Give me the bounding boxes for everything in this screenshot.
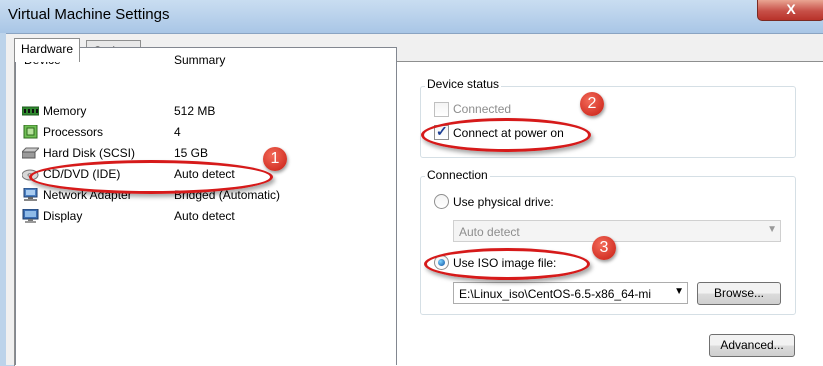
device-summary: 512 MB: [174, 104, 216, 118]
device-summary: Auto detect: [174, 209, 235, 223]
connection-legend: Connection: [425, 168, 490, 182]
device-name: Display: [43, 209, 83, 223]
iso-path-value: E:\Linux_iso\CentOS-6.5-x86_64-mi: [459, 287, 652, 301]
hard-disk-icon: [22, 147, 39, 159]
device-status-legend: Device status: [425, 77, 502, 91]
device-name: Hard Disk (SCSI): [43, 146, 136, 160]
device-row-display[interactable]: Display Auto detect: [16, 206, 394, 227]
chevron-down-icon: ▼: [767, 224, 777, 235]
physical-drive-value: Auto detect: [459, 225, 520, 239]
close-button[interactable]: X: [757, 0, 823, 21]
annotation-badge-2: 2: [580, 92, 604, 116]
iso-path-combobox[interactable]: E:\Linux_iso\CentOS-6.5-x86_64-mi ▼: [453, 282, 688, 304]
annotation-ellipse-1: [29, 160, 273, 194]
annotation-ellipse-3: [424, 248, 590, 280]
physical-drive-select[interactable]: Auto detect ▼: [453, 220, 781, 242]
window-title: Virtual Machine Settings: [8, 6, 170, 23]
title-bar: Virtual Machine Settings X: [0, 0, 823, 33]
connected-checkbox[interactable]: [434, 102, 449, 117]
processor-icon: [23, 125, 38, 139]
memory-icon: [22, 106, 39, 116]
device-list[interactable]: Device Summary Memory 512 MB Processors …: [15, 47, 397, 365]
annotation-badge-1: 1: [263, 147, 287, 171]
annotation-badge-3: 3: [592, 236, 616, 260]
device-row-processors[interactable]: Processors 4: [16, 122, 394, 143]
device-row-memory[interactable]: Memory 512 MB: [16, 101, 394, 122]
use-physical-drive-radio[interactable]: [434, 194, 449, 209]
advanced-button[interactable]: Advanced...: [709, 334, 795, 357]
chevron-down-icon: ▼: [674, 286, 684, 297]
device-name: Processors: [43, 125, 104, 139]
display-icon: [22, 209, 39, 223]
connected-label: Connected: [453, 102, 512, 116]
device-name: Memory: [43, 104, 87, 118]
device-summary: 15 GB: [174, 146, 209, 160]
annotation-ellipse-2: [421, 118, 591, 152]
network-adapter-icon: [23, 188, 38, 201]
browse-button[interactable]: Browse...: [697, 282, 781, 305]
device-summary: 4: [174, 125, 181, 139]
tab-hardware[interactable]: Hardware: [14, 38, 81, 62]
column-header-summary[interactable]: Summary: [174, 53, 225, 67]
use-physical-drive-label: Use physical drive:: [453, 195, 554, 209]
